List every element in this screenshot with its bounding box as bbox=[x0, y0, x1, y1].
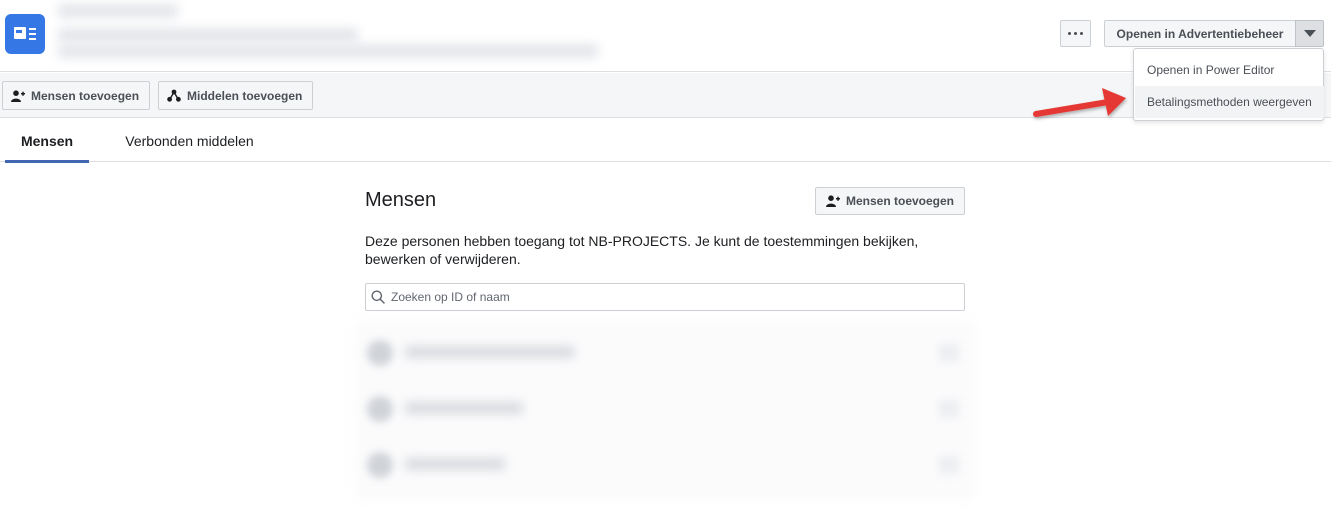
tab-connected-assets[interactable]: Verbonden middelen bbox=[112, 119, 267, 162]
add-person-icon bbox=[825, 195, 840, 207]
tab-label: Mensen bbox=[20, 132, 74, 149]
add-person-icon bbox=[11, 89, 25, 102]
avatar bbox=[367, 340, 393, 366]
list-item[interactable] bbox=[355, 380, 975, 436]
section-title: Mensen bbox=[365, 189, 437, 211]
menu-item-label: Openen in Power Editor bbox=[1147, 63, 1275, 77]
blurred-person-name bbox=[405, 458, 505, 470]
people-search bbox=[365, 283, 965, 311]
menu-item-open-power-editor[interactable]: Openen in Power Editor bbox=[1135, 54, 1324, 86]
tab-people[interactable]: Mensen bbox=[5, 119, 89, 163]
list-item[interactable] bbox=[355, 436, 975, 492]
blurred-account-details bbox=[58, 28, 358, 42]
blurred-account-name bbox=[58, 4, 178, 18]
panel-add-people-button[interactable]: Mensen toevoegen bbox=[815, 187, 965, 215]
add-assets-button[interactable]: Middelen toevoegen bbox=[158, 81, 314, 110]
blurred-person-name bbox=[405, 402, 523, 414]
search-icon bbox=[371, 290, 385, 304]
section-description: Deze personen hebben toegang tot NB-PROJ… bbox=[365, 233, 919, 267]
assets-icon bbox=[167, 89, 181, 102]
open-in-ads-manager-label: Openen in Advertentiebeheer bbox=[1116, 26, 1284, 41]
page-header: Openen in Advertentiebeheer bbox=[0, 0, 1331, 72]
caret-down-icon bbox=[1303, 30, 1316, 37]
annotation-arrow-icon bbox=[1033, 88, 1126, 117]
avatar bbox=[367, 452, 393, 478]
open-options-menu: Openen in Power Editor Betalingsmethoden… bbox=[1133, 48, 1324, 121]
list-item[interactable] bbox=[355, 324, 975, 380]
row-action-icon bbox=[939, 400, 959, 418]
row-action-icon bbox=[939, 344, 959, 362]
search-input[interactable] bbox=[391, 290, 951, 304]
more-dots-icon bbox=[1068, 32, 1071, 35]
menu-item-view-payment-methods[interactable]: Betalingsmethoden weergeven bbox=[1135, 86, 1324, 118]
panel-add-people-label: Mensen toevoegen bbox=[845, 194, 955, 208]
more-options-button[interactable] bbox=[1060, 20, 1091, 47]
blurred-person-name bbox=[405, 346, 575, 358]
row-action-icon bbox=[939, 456, 959, 474]
ad-account-icon bbox=[5, 14, 45, 54]
tab-label: Verbonden middelen bbox=[125, 132, 254, 149]
add-people-label: Mensen toevoegen bbox=[31, 88, 140, 103]
blurred-account-details-2 bbox=[58, 44, 598, 58]
menu-item-label: Betalingsmethoden weergeven bbox=[1147, 95, 1312, 109]
open-in-ads-manager-button[interactable]: Openen in Advertentiebeheer bbox=[1104, 20, 1295, 47]
add-assets-label: Middelen toevoegen bbox=[187, 88, 303, 103]
avatar bbox=[367, 396, 393, 422]
add-people-button[interactable]: Mensen toevoegen bbox=[2, 81, 151, 110]
toolbar: Mensen toevoegen Middelen toevoegen bbox=[0, 73, 1331, 118]
open-options-dropdown-button[interactable] bbox=[1295, 20, 1324, 47]
tab-bar: Mensen Verbonden middelen bbox=[0, 119, 1331, 163]
